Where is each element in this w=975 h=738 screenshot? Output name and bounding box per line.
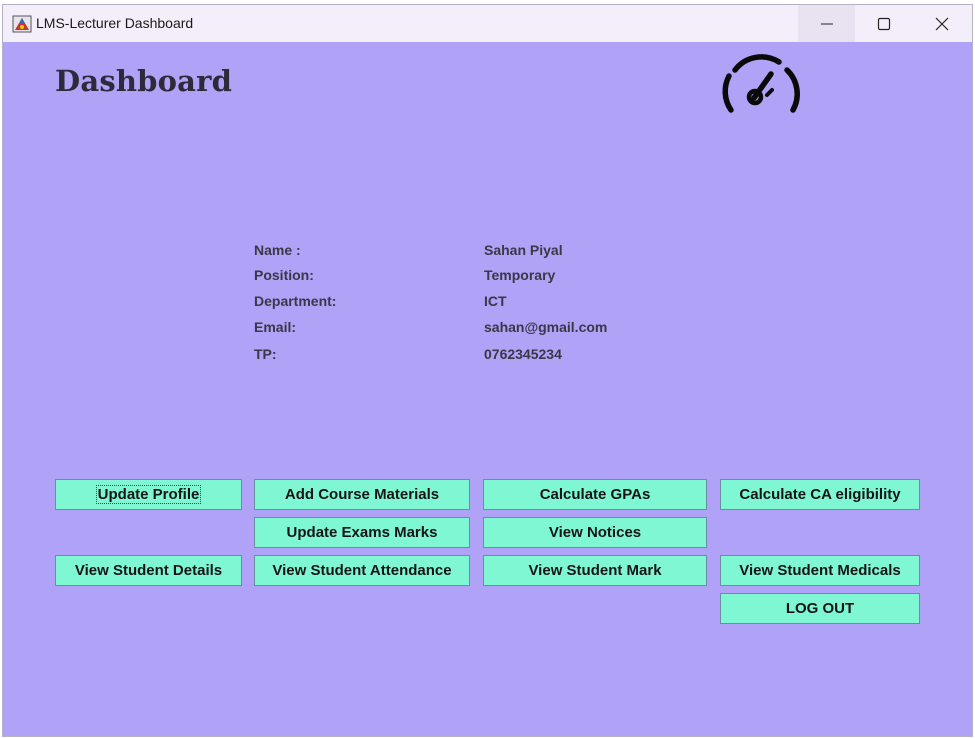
speedometer-icon [722,54,800,113]
update-profile-label: Update Profile [95,485,202,504]
app-window: LMS-Lecturer Dashboard Dashboard Name : … [2,4,973,737]
app-icon [12,15,32,33]
tp-value: 0762345234 [484,346,562,362]
maximize-button[interactable] [855,5,912,42]
name-label: Name : [254,242,301,258]
add-course-materials-button[interactable]: Add Course Materials [254,479,470,510]
logout-button[interactable]: LOG OUT [720,593,920,624]
page-title: Dashboard [55,64,233,98]
view-student-medicals-button[interactable]: View Student Medicals [720,555,920,586]
maximize-icon [877,17,890,30]
position-label: Position: [254,267,314,283]
update-exam-marks-button[interactable]: Update Exams Marks [254,517,470,548]
close-icon [935,17,948,30]
window-title: LMS-Lecturer Dashboard [36,15,194,31]
calculate-gpas-button[interactable]: Calculate GPAs [483,479,707,510]
title-bar[interactable]: LMS-Lecturer Dashboard [3,5,972,42]
tp-label: TP: [254,346,277,362]
minimize-icon [820,23,833,24]
department-label: Department: [254,293,337,309]
minimize-button[interactable] [798,5,855,42]
name-value: Sahan Piyal [484,242,563,258]
view-student-mark-button[interactable]: View Student Mark [483,555,707,586]
calculate-ca-eligibility-button[interactable]: Calculate CA eligibility [720,479,920,510]
department-value: ICT [484,293,507,309]
view-student-attendance-button[interactable]: View Student Attendance [254,555,470,586]
update-profile-button[interactable]: Update Profile [55,479,242,510]
view-notices-button[interactable]: View Notices [483,517,707,548]
email-value: sahan@gmail.com [484,319,608,335]
position-value: Temporary [484,267,556,283]
dashboard-content: Dashboard Name : Sahan Piyal Position: T… [3,42,972,736]
close-button[interactable] [913,5,970,42]
view-student-details-button[interactable]: View Student Details [55,555,242,586]
email-label: Email: [254,319,297,335]
